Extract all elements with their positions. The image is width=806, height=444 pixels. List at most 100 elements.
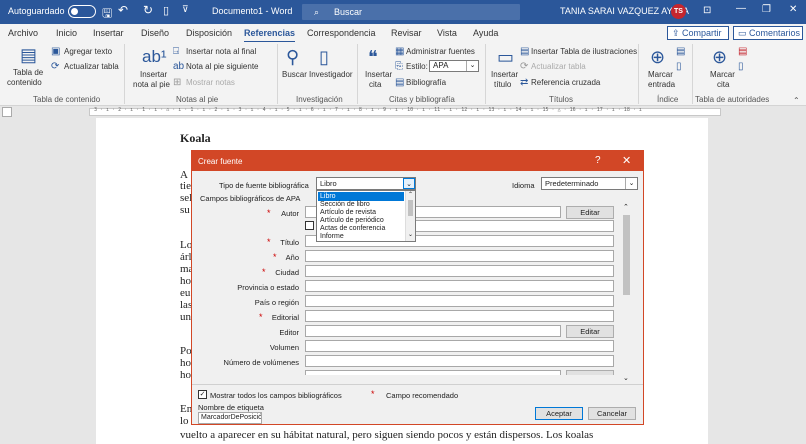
dropdown-scrollbar[interactable]: ⌃ ⌄ [405, 191, 415, 241]
insert-index-icon[interactable]: ▤ [676, 45, 685, 59]
source-type-dropdown: Libro Sección de libro Artículo de revis… [316, 190, 416, 242]
tab-vista[interactable]: Vista [437, 28, 457, 38]
show-all-fields-checkbox[interactable]: ✓ [198, 390, 207, 399]
autosave-toggle[interactable] [68, 5, 96, 18]
doc-text-fragment: lo [180, 415, 189, 427]
add-text-icon: ▣ [51, 46, 61, 57]
mark-citation-label-1[interactable]: Marcar [710, 70, 735, 80]
cancel-button[interactable]: Cancelar [588, 407, 636, 420]
style-select[interactable]: APA ⌄ [429, 60, 479, 72]
toc-label-2[interactable]: contenido [7, 78, 42, 88]
editor-input[interactable] [305, 325, 561, 337]
update-table-button[interactable]: Actualizar tabla [64, 62, 119, 72]
tab-ayuda[interactable]: Ayuda [473, 28, 498, 38]
ruler-strip[interactable]: 3 · ı · 2 · ı · 1 · ı · ⌂ · ı · 1 · ı · … [89, 107, 721, 116]
show-notes-button[interactable]: Mostrar notas [186, 78, 235, 88]
group-captions: Títulos [549, 95, 574, 104]
share-button[interactable]: ⇪ Compartir [667, 26, 729, 40]
avatar[interactable]: TS [671, 4, 686, 19]
tab-referencias[interactable]: Referencias [244, 28, 296, 43]
save-icon[interactable]: 🖫 [102, 4, 112, 25]
restore-icon[interactable]: ❐ [762, 4, 771, 15]
editor-edit-button[interactable]: Editar [566, 325, 614, 338]
state-input[interactable] [305, 280, 614, 292]
insert-authorities-icon[interactable]: ▤ [738, 45, 747, 59]
corporate-author-checkbox[interactable] [305, 221, 314, 230]
add-text-button[interactable]: Agregar texto [64, 47, 112, 57]
author-edit-button[interactable]: Editar [566, 206, 614, 219]
scroll-down-icon[interactable]: ⌄ [623, 374, 629, 382]
scroll-down-icon[interactable]: ⌄ [408, 231, 413, 238]
ribbon-separator [357, 44, 358, 104]
minimize-icon[interactable]: — [736, 3, 746, 14]
ribbon-tabs: Archivo Inicio Insertar Diseño Disposici… [0, 24, 806, 43]
insert-footnote-label-2[interactable]: nota al pie [133, 80, 170, 90]
show-all-fields-label[interactable]: Mostrar todos los campos bibliográficos [210, 391, 342, 400]
num-volumes-input[interactable] [305, 355, 614, 367]
insert-table-of-figures-button[interactable]: Insertar Tabla de ilustraciones [531, 47, 637, 57]
search-box[interactable]: ⌕ Buscar [302, 4, 520, 20]
scroll-up-icon[interactable]: ⌃ [623, 203, 629, 211]
dialog-title-bar[interactable]: Crear fuente ? ✕ [192, 151, 643, 171]
translator-edit-button[interactable] [566, 370, 614, 375]
doc-icon[interactable]: ▯ [163, 4, 169, 17]
dialog-title: Crear fuente [198, 157, 243, 166]
scroll-up-icon[interactable]: ⌃ [408, 191, 413, 198]
tag-name-input[interactable]: MarcadorDePosición1 [198, 412, 262, 424]
tab-revisar[interactable]: Revisar [391, 28, 422, 38]
cross-reference-button[interactable]: Referencia cruzada [531, 78, 600, 88]
translator-input[interactable] [305, 370, 561, 375]
year-input[interactable] [305, 250, 614, 262]
update-index-icon[interactable]: ▯ [676, 60, 682, 74]
close-window-icon[interactable]: ✕ [789, 4, 797, 15]
bibliography-button[interactable]: Bibliografía [406, 78, 446, 88]
country-input[interactable] [305, 295, 614, 307]
divider [192, 384, 643, 385]
source-type-select[interactable]: Libro ⌄ [316, 177, 416, 190]
insert-caption-label-1[interactable]: Insertar [491, 70, 518, 80]
mark-entry-label-2[interactable]: entrada [648, 80, 675, 90]
group-authorities: Tabla de autoridades [695, 95, 770, 104]
scroll-thumb[interactable] [408, 200, 413, 216]
redo-icon[interactable]: ↻ [143, 3, 153, 17]
volume-input[interactable] [305, 340, 614, 352]
mark-citation-label-2[interactable]: cita [717, 80, 729, 90]
insert-citation-label-1[interactable]: Insertar [365, 70, 392, 80]
fields-scrollbar[interactable]: ⌃ ⌄ [621, 203, 632, 385]
next-footnote-button[interactable]: Nota al pie siguiente [186, 62, 259, 72]
comments-button[interactable]: ▭ Comentarios [733, 26, 803, 40]
user-name[interactable]: TANIA SARAI VAZQUEZ AYALA [560, 6, 689, 16]
tab-insertar[interactable]: Insertar [93, 28, 124, 38]
search-button[interactable]: Buscar [282, 70, 307, 80]
undo-icon[interactable]: ↶ [118, 3, 128, 17]
tab-inicio[interactable]: Inicio [56, 28, 77, 38]
ribbon-display-icon[interactable]: ⊡ [703, 5, 711, 16]
tab-diseno[interactable]: Diseño [141, 28, 169, 38]
group-index: Índice [657, 95, 679, 104]
insert-citation-label-2[interactable]: cita [369, 80, 381, 90]
doc-text-fragment: tie [180, 180, 191, 192]
researcher-button[interactable]: Investigador [309, 70, 353, 80]
close-icon[interactable]: ✕ [622, 154, 631, 167]
customize-qat-icon[interactable]: ⊽ [182, 4, 189, 15]
help-icon[interactable]: ? [595, 155, 601, 166]
tab-disposicion[interactable]: Disposición [186, 28, 232, 38]
insert-footnote-label-1[interactable]: Insertar [140, 70, 167, 80]
scroll-thumb[interactable] [623, 215, 630, 295]
tab-archivo[interactable]: Archivo [8, 28, 38, 38]
insert-caption-label-2[interactable]: título [494, 80, 511, 90]
city-input[interactable] [305, 265, 614, 277]
toc-label-1[interactable]: Tabla de [13, 68, 43, 78]
tab-correspondencia[interactable]: Correspondencia [307, 28, 376, 38]
update-figures-button[interactable]: Actualizar tabla [531, 62, 586, 72]
insert-endnote-button[interactable]: Insertar nota al final [186, 47, 256, 57]
update-authorities-icon[interactable]: ▯ [738, 60, 744, 74]
mark-entry-label-1[interactable]: Marcar [648, 70, 673, 80]
language-select[interactable]: Predeterminado ⌄ [541, 177, 638, 190]
dropdown-option[interactable]: Informe [318, 232, 404, 241]
accept-button[interactable]: Aceptar [535, 407, 583, 420]
publisher-input[interactable] [305, 310, 614, 322]
manage-sources-button[interactable]: Administrar fuentes [406, 47, 475, 57]
group-toc: Tabla de contenido [33, 95, 101, 104]
tab-selector[interactable] [2, 107, 12, 117]
